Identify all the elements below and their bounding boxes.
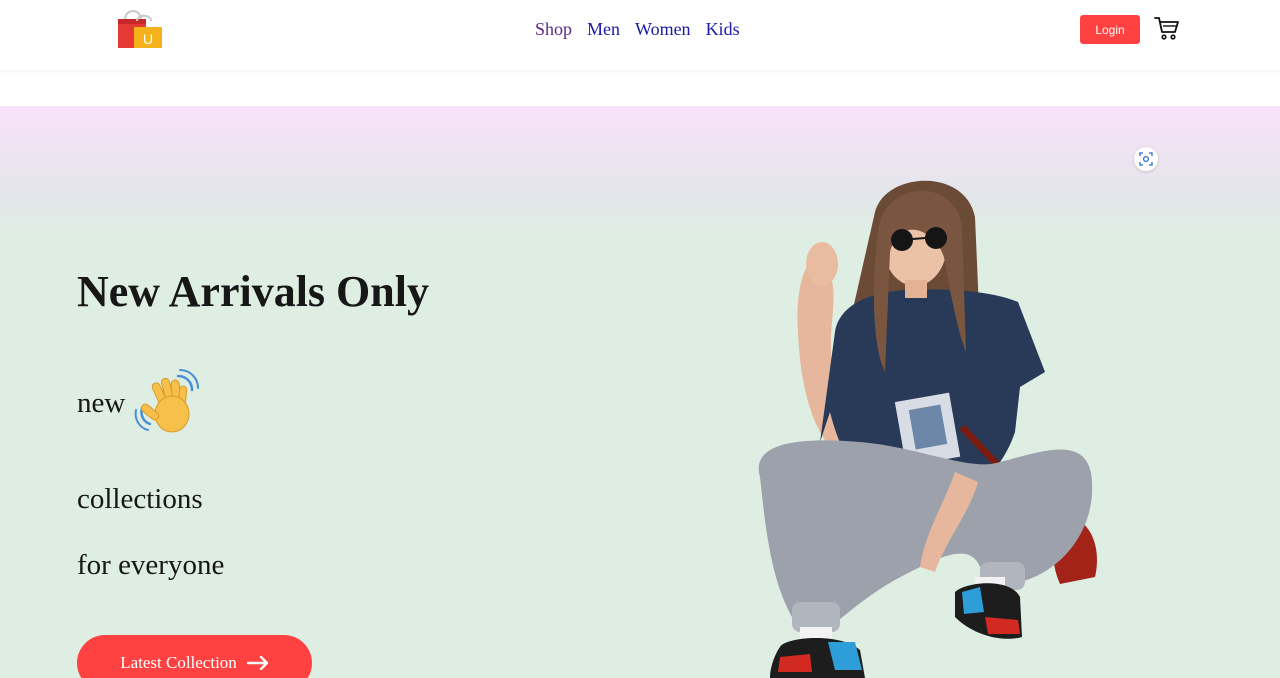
login-button[interactable]: Login bbox=[1080, 15, 1140, 44]
waving-hand-icon bbox=[132, 368, 204, 440]
nav-item-women[interactable]: Women bbox=[635, 18, 691, 40]
nav-menu: Shop Men Women Kids bbox=[535, 18, 740, 40]
nav-item-shop[interactable]: Shop bbox=[535, 18, 572, 40]
arrow-right-icon bbox=[246, 656, 268, 670]
latest-collection-label: Latest Collection bbox=[120, 653, 237, 672]
visual-search-icon[interactable] bbox=[1134, 147, 1158, 171]
nav-item-kids[interactable]: Kids bbox=[706, 18, 740, 40]
hero-line-collections: collections bbox=[77, 483, 203, 515]
navbar: U Shop Men Women Kids Login bbox=[0, 0, 1280, 70]
hero-title: New Arrivals Only bbox=[77, 267, 429, 316]
shopping-bag-logo-icon: U bbox=[118, 10, 162, 48]
logo-letter: U bbox=[143, 31, 153, 47]
cart-icon[interactable] bbox=[1154, 15, 1180, 41]
latest-collection-button[interactable]: Latest Collection bbox=[77, 635, 312, 678]
hero-line-everyone: for everyone bbox=[77, 549, 225, 581]
hero-image bbox=[740, 172, 1120, 678]
hero-line-new: new bbox=[77, 387, 126, 419]
logo[interactable]: U bbox=[116, 6, 164, 50]
hero-section: New Arrivals Only new collections for ev… bbox=[0, 106, 1280, 678]
nav-item-men[interactable]: Men bbox=[587, 18, 620, 40]
